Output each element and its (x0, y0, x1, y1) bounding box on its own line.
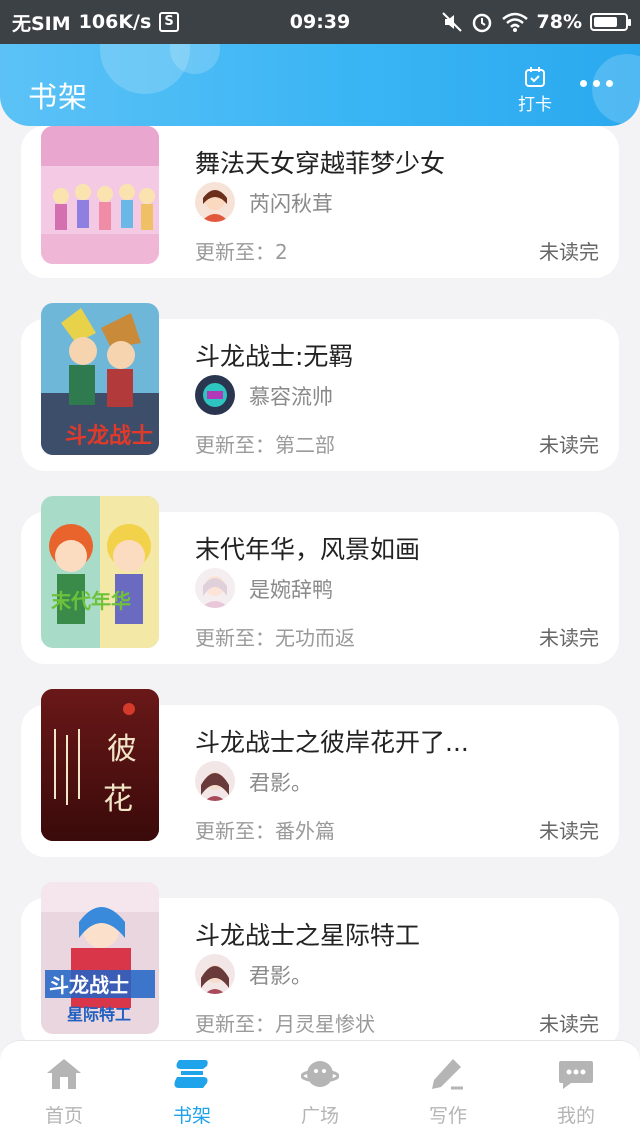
home-icon (47, 1059, 81, 1089)
book-title: 末代年华，风景如画 (195, 535, 421, 564)
checkin-button[interactable]: 打卡 (514, 66, 556, 115)
author-name: 是婉辞鸭 (249, 578, 333, 602)
nav-bookshelf[interactable]: 书架 (128, 1041, 256, 1139)
author-avatar[interactable] (195, 182, 235, 222)
svg-text:斗龙战士: 斗龙战士 (65, 424, 153, 449)
book-cover[interactable]: 末代年华 (41, 496, 159, 648)
book-cover[interactable]: 斗龙战士 (41, 303, 159, 455)
battery-icon (590, 13, 631, 31)
carrier-text: 无SIM (12, 12, 71, 35)
calendar-check-icon (525, 67, 545, 87)
page-title: 书架 (28, 80, 89, 114)
book-title: 斗龙战士之星际特工 (195, 921, 421, 950)
book-title: 斗龙战士:无羁 (195, 342, 354, 371)
battery-percent: 78% (536, 11, 582, 33)
update-info: 更新至：无功而返 (195, 626, 355, 650)
svg-text:花: 花 (103, 782, 133, 817)
svg-text:末代年华: 末代年华 (51, 589, 131, 613)
book-card[interactable]: 舞法天女穿越菲梦少女 芮闪秋茸 更新至：2 未读完 (21, 126, 619, 278)
author-name: 君影。 (249, 771, 312, 795)
checkin-label: 打卡 (518, 95, 552, 115)
alarm-icon (472, 13, 491, 33)
nav-label: 书架 (172, 1105, 211, 1127)
app-header: 书架 打卡 (0, 44, 640, 126)
update-info: 更新至：2 (195, 240, 288, 264)
author-name: 慕容流帅 (249, 385, 333, 409)
status-bar: 无SIM 106K/s S 09:39 78% (0, 0, 640, 44)
author-avatar[interactable] (195, 954, 235, 994)
read-status: 未读完 (539, 433, 599, 457)
s-badge-icon: S (159, 12, 179, 32)
book-cover[interactable]: 斗龙战士 星际特工 (41, 882, 159, 1034)
bookshelf-icon (174, 1060, 208, 1088)
nav-label: 写作 (428, 1105, 467, 1127)
author-avatar[interactable] (195, 568, 235, 608)
mute-icon (441, 12, 462, 32)
svg-text:彼: 彼 (107, 732, 137, 767)
more-options-icon[interactable] (580, 80, 613, 87)
read-status: 未读完 (539, 819, 599, 843)
clock: 09:39 (289, 11, 351, 33)
svg-text:斗龙战士: 斗龙战士 (49, 973, 129, 997)
wifi-icon (501, 12, 528, 32)
book-cover[interactable] (41, 126, 159, 264)
author-name: 君影。 (249, 964, 312, 988)
book-card[interactable]: 末代年华 末代年华，风景如画 是婉辞鸭 更新至：无功而返 未读完 (21, 496, 619, 664)
read-status: 未读完 (539, 1012, 599, 1036)
nav-mine[interactable]: 我的 (512, 1041, 640, 1139)
book-title: 斗龙战士之彼岸花开了... (195, 728, 469, 757)
nav-label: 首页 (44, 1105, 83, 1127)
book-cover[interactable]: 彼 花 (41, 689, 159, 841)
nav-plaza[interactable]: 广场 (256, 1041, 384, 1139)
book-card[interactable]: 斗龙战士 斗龙战士:无羁 慕容流帅 更新至：第二部 未读完 (21, 303, 619, 471)
update-info: 更新至：第二部 (195, 433, 335, 457)
nav-write[interactable]: 写作 (384, 1041, 512, 1139)
book-card[interactable]: 斗龙战士 星际特工 斗龙战士之星际特工 君影。 更新至：月灵星惨状 未读完 (21, 882, 619, 1040)
planet-icon (301, 1061, 339, 1087)
network-speed: 106K/s (78, 11, 152, 33)
bookshelf-list: 舞法天女穿越菲梦少女 芮闪秋茸 更新至：2 未读完 斗龙战士 斗龙战士:无羁 慕… (0, 0, 640, 1040)
author-avatar[interactable] (195, 375, 235, 415)
read-status: 未读完 (539, 240, 599, 264)
update-info: 更新至：番外篇 (195, 819, 335, 843)
nav-home[interactable]: 首页 (0, 1041, 128, 1139)
chat-bubble-icon (559, 1061, 593, 1089)
read-status: 未读完 (539, 626, 599, 650)
pen-icon (432, 1059, 463, 1090)
author-avatar[interactable] (195, 761, 235, 801)
update-info: 更新至：月灵星惨状 (195, 1012, 375, 1036)
author-name: 芮闪秋茸 (249, 192, 333, 216)
svg-text:星际特工: 星际特工 (67, 1005, 131, 1024)
book-card[interactable]: 彼 花 斗龙战士之彼岸花开了... 君影。 更新至：番外篇 未读完 (21, 689, 619, 857)
bottom-navigation: 首页 书架 广场 写作 我的 (0, 1040, 640, 1139)
nav-label: 我的 (556, 1105, 595, 1127)
book-title: 舞法天女穿越菲梦少女 (195, 149, 446, 178)
nav-label: 广场 (300, 1105, 339, 1127)
